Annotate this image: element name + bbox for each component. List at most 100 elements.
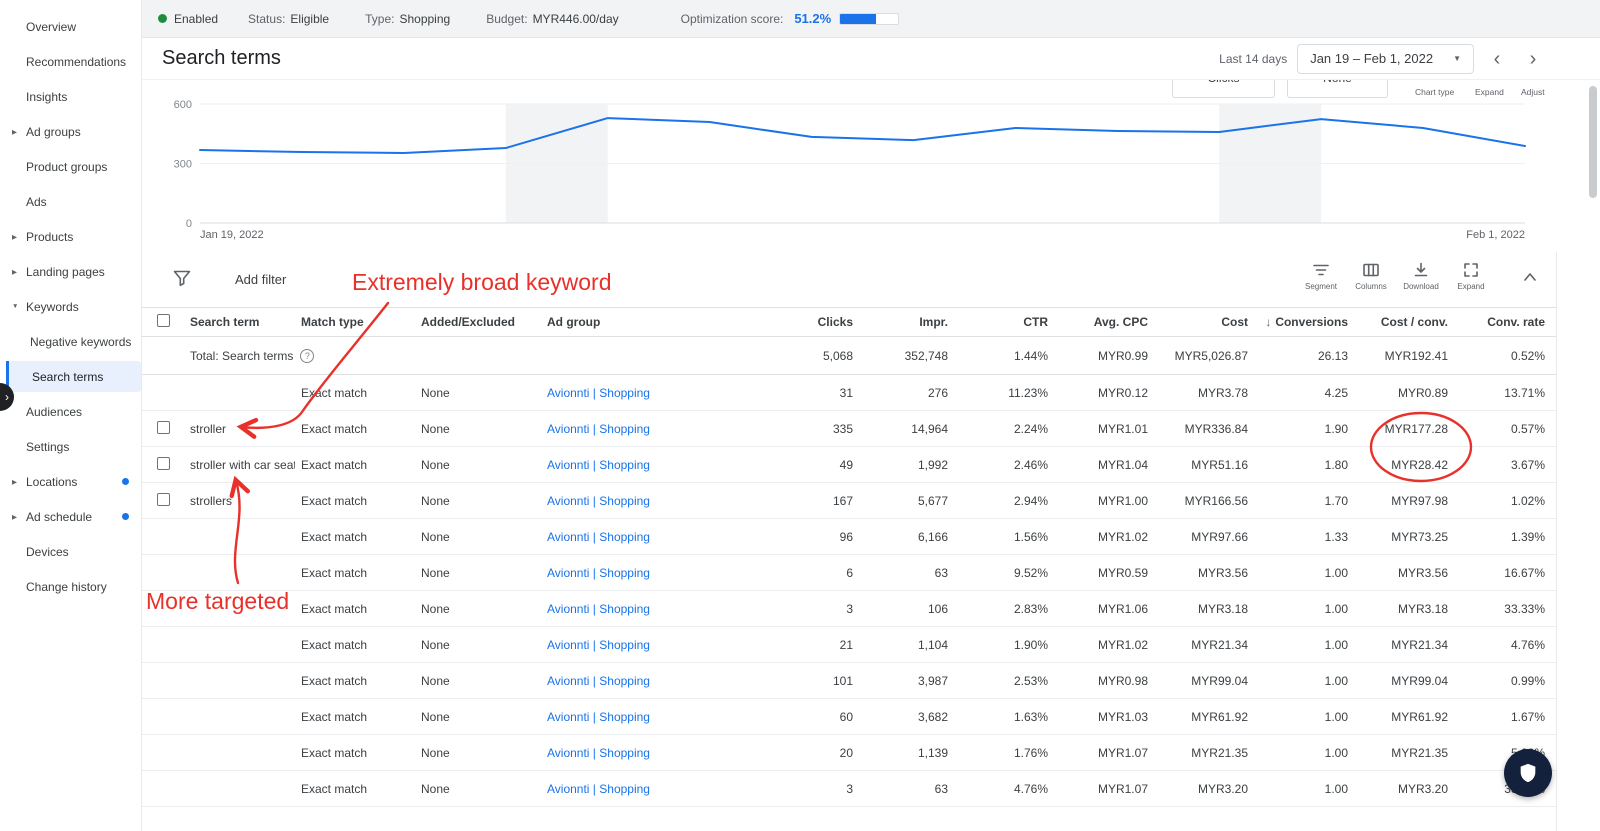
sidebar-item-devices[interactable]: Devices <box>0 534 141 569</box>
sidebar-item-audiences[interactable]: Audiences <box>0 394 141 429</box>
column-header-conv-rate[interactable]: Conv. rate <box>1460 315 1557 329</box>
chart-type-button[interactable]: Chart type <box>1415 87 1454 97</box>
table-tools: Segment Columns Download Expand <box>1298 261 1494 291</box>
conv-rate-cell: 1.02% <box>1510 493 1545 508</box>
impressions-cell: 63 <box>934 781 948 796</box>
clicks-cell: 3 <box>846 601 853 616</box>
sidebar-item-locations[interactable]: ▶ Locations <box>0 464 141 499</box>
date-next-button[interactable]: › <box>1520 45 1546 73</box>
row-checkbox[interactable] <box>157 420 170 434</box>
scrollbar-thumb[interactable] <box>1589 86 1597 198</box>
cost-cell: MYR3.78 <box>1197 385 1248 400</box>
sidebar-item-ad-schedule[interactable]: ▶ Ad schedule <box>0 499 141 534</box>
column-header-cost[interactable]: Cost <box>1160 315 1260 329</box>
cost-cell: MYR3.20 <box>1197 781 1248 796</box>
ad-group-link[interactable]: Avionnti | Shopping <box>541 782 765 796</box>
ad-group-link[interactable]: Avionnti | Shopping <box>541 710 765 724</box>
column-header-cost-per-conv[interactable]: Cost / conv. <box>1360 315 1460 329</box>
match-type-cell: Exact match <box>301 421 368 436</box>
chart-expand-button[interactable]: Expand <box>1475 87 1504 97</box>
match-type-cell: Exact match <box>301 493 368 508</box>
table-row: Exact match None Avionnti | Shopping 96 6,16… <box>142 519 1556 555</box>
ad-group-link[interactable]: Avionnti | Shopping <box>541 638 765 652</box>
sidebar-item-label: Devices <box>26 544 69 559</box>
total-label: Total: Search terms ? <box>184 348 541 363</box>
sidebar-item-search-terms[interactable]: Search terms <box>6 361 141 392</box>
ad-group-link[interactable]: Avionnti | Shopping <box>541 494 765 508</box>
ad-group-link[interactable]: Avionnti | Shopping <box>541 458 765 472</box>
sidebar-item-products[interactable]: ▶ Products <box>0 219 141 254</box>
select-all-checkbox[interactable] <box>157 314 170 327</box>
y-tick-label: 600 <box>174 99 192 111</box>
total-conv-rate: 0.52% <box>1510 348 1545 363</box>
row-checkbox[interactable] <box>157 456 170 470</box>
match-type-cell: Exact match <box>301 781 368 796</box>
expand-table-button[interactable]: Expand <box>1448 261 1494 291</box>
chevron-right-icon: › <box>5 390 9 404</box>
column-header-conversions[interactable]: ↓ Conversions <box>1260 315 1360 329</box>
ad-group-link[interactable]: Avionnti | Shopping <box>541 422 765 436</box>
chart-adjust-button[interactable]: Adjust <box>1521 87 1545 97</box>
sidebar-item-negative-keywords[interactable]: Negative keywords <box>0 324 141 359</box>
optimization-score-bar <box>839 12 900 25</box>
sidebar-item-settings[interactable]: Settings <box>0 429 141 464</box>
conversions-cell: 1.00 <box>1324 601 1348 616</box>
total-ctr: 1.44% <box>1013 348 1048 363</box>
column-header-match-type[interactable]: Match type <box>295 315 415 329</box>
table-row: Exact match None Avionnti | Shopping 21 1,10… <box>142 627 1556 663</box>
column-header-ctr[interactable]: CTR <box>960 315 1060 329</box>
added-excluded-cell: None <box>421 385 450 400</box>
impressions-cell: 106 <box>927 601 948 616</box>
column-header-ad-group[interactable]: Ad group <box>541 315 765 329</box>
search-term-cell: stroller with car seat <box>190 457 295 472</box>
column-header-added-excluded[interactable]: Added/Excluded <box>415 315 541 329</box>
ad-group-link[interactable]: Avionnti | Shopping <box>541 530 765 544</box>
add-filter-button[interactable]: Add filter <box>235 272 286 287</box>
clicks-line <box>199 117 1526 154</box>
sidebar-item-ad-groups[interactable]: ▶ Ad groups <box>0 114 141 149</box>
ad-group-link[interactable]: Avionnti | Shopping <box>541 386 765 400</box>
column-header-clicks[interactable]: Clicks <box>765 315 865 329</box>
sidebar-item-landing-pages[interactable]: ▶ Landing pages <box>0 254 141 289</box>
total-conversions: 26.13 <box>1317 348 1348 363</box>
sidebar-item-overview[interactable]: Overview <box>0 9 141 44</box>
chart-comparison-dropdown[interactable]: None <box>1287 80 1388 98</box>
date-range-selector[interactable]: Jan 19 – Feb 1, 2022 ▼ <box>1297 43 1474 74</box>
sidebar-item-recommendations[interactable]: Recommendations <box>0 44 141 79</box>
ad-group-link[interactable]: Avionnti | Shopping <box>541 674 765 688</box>
segment-button[interactable]: Segment <box>1298 261 1344 291</box>
conversions-cell: 1.00 <box>1324 781 1348 796</box>
date-range-area: Last 14 days Jan 19 – Feb 1, 2022 ▼ ‹ › <box>1219 43 1600 74</box>
cost-per-conv-cell: MYR28.42 <box>1391 457 1448 472</box>
help-icon[interactable]: ? <box>300 348 315 363</box>
date-prev-button[interactable]: ‹ <box>1484 45 1510 73</box>
cost-cell: MYR61.92 <box>1191 709 1248 724</box>
cost-per-conv-cell: MYR3.18 <box>1397 601 1448 616</box>
extension-fab[interactable] <box>1504 749 1552 797</box>
ctr-cell: 2.94% <box>1013 493 1048 508</box>
column-header-avg-cpc[interactable]: Avg. CPC <box>1060 315 1160 329</box>
ad-group-link[interactable]: Avionnti | Shopping <box>541 566 765 580</box>
sidebar-item-product-groups[interactable]: Product groups <box>0 149 141 184</box>
sidebar-item-insights[interactable]: Insights <box>0 79 141 114</box>
campaign-enabled-status[interactable]: Enabled <box>158 12 218 26</box>
sidebar-item-keywords[interactable]: ▼ Keywords <box>0 289 141 324</box>
chart-metric-dropdown[interactable]: Clicks <box>1172 80 1275 98</box>
download-button[interactable]: Download <box>1398 261 1444 291</box>
column-header-impressions[interactable]: Impr. <box>865 315 960 329</box>
sidebar-item-change-history[interactable]: Change history <box>0 569 141 604</box>
column-header-search-term[interactable]: Search term <box>184 315 295 329</box>
added-excluded-cell: None <box>421 709 450 724</box>
sidebar-nav: Overview Recommendations Insights ▶ Ad group… <box>0 0 142 831</box>
row-checkbox[interactable] <box>157 492 170 506</box>
ad-group-link[interactable]: Avionnti | Shopping <box>541 602 765 616</box>
match-type-cell: Exact match <box>301 745 368 760</box>
ad-group-link[interactable]: Avionnti | Shopping <box>541 746 765 760</box>
collapse-panel-button[interactable] <box>1520 268 1540 289</box>
sidebar-item-ads[interactable]: Ads <box>0 184 141 219</box>
total-clicks: 5,068 <box>822 348 853 363</box>
columns-button[interactable]: Columns <box>1348 261 1394 291</box>
filter-button[interactable] <box>172 269 192 290</box>
optimization-score[interactable]: Optimization score: 51.2% <box>681 11 900 26</box>
campaign-budget[interactable]: Budget: MYR446.00/day <box>486 12 618 26</box>
